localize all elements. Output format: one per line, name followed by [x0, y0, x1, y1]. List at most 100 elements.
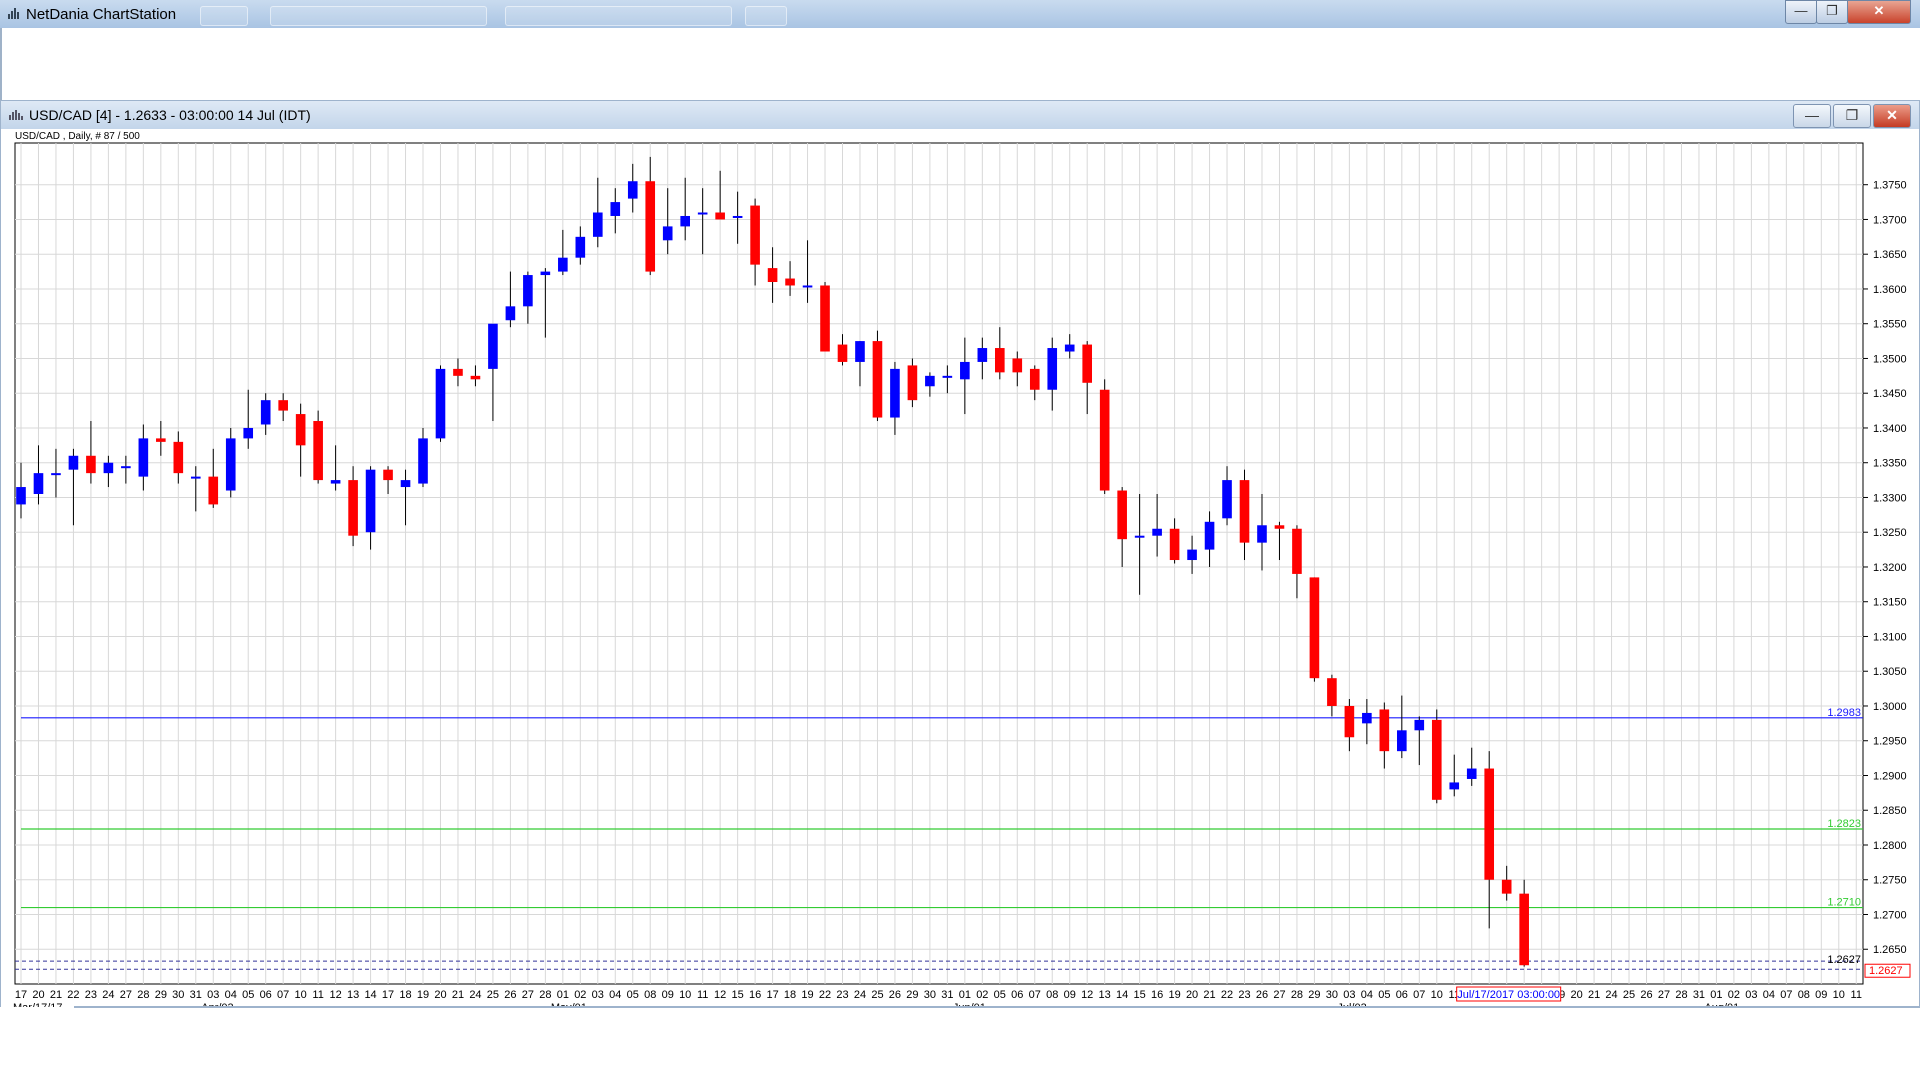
candle-up [68, 455, 79, 470]
candle-down [348, 480, 358, 536]
candle-up [1047, 348, 1058, 390]
candle-down [1292, 528, 1302, 574]
x-tick-label: 25 [1623, 989, 1635, 1001]
x-tick-label: 27 [120, 989, 132, 1001]
candle-down [872, 341, 883, 418]
candle-down [173, 441, 184, 474]
candle-up [592, 212, 603, 237]
browser-tab-ghost[interactable] [270, 6, 487, 26]
bottom-divider [74, 1006, 1920, 1008]
x-tick-label: 10 [295, 989, 307, 1001]
x-tick-label: 16 [1151, 989, 1163, 1001]
x-tick-label: 10 [1833, 989, 1845, 1001]
x-tick-label: 18 [784, 989, 796, 1001]
x-tick-label: 10 [1431, 989, 1443, 1001]
chart-close-button[interactable]: ✕ [1873, 104, 1911, 128]
x-tick-label: 23 [836, 989, 848, 1001]
x-tick-label: 04 [609, 989, 621, 1001]
chart-window-titlebar[interactable]: USD/CAD [4] - 1.2633 - 03:00:00 14 Jul (… [0, 100, 1920, 130]
y-tick-label: 1.3700 [1873, 214, 1907, 226]
candle-down [785, 278, 795, 286]
candle-up [1362, 712, 1372, 724]
x-tick-label: 29 [906, 989, 918, 1001]
x-tick-label: 05 [994, 989, 1006, 1001]
candle-up [1449, 782, 1460, 790]
x-tick-label: 07 [277, 989, 289, 1001]
chart-restore-button[interactable]: ❐ [1833, 104, 1871, 128]
candle-up [505, 306, 516, 321]
candle-down [820, 285, 830, 352]
candle-down [715, 212, 725, 220]
candle-up [243, 427, 254, 439]
x-tick-label: 05 [242, 989, 254, 1001]
x-tick-label: 28 [1675, 989, 1687, 1001]
candle-up [121, 466, 131, 469]
plot-border [14, 142, 1864, 985]
x-tick-label: 21 [452, 989, 464, 1001]
level-label: 1.2710 [1827, 897, 1861, 909]
chart-minimize-button[interactable]: — [1793, 104, 1831, 128]
candle-up [1397, 730, 1407, 752]
y-tick-label: 1.2800 [1873, 840, 1907, 852]
candlestick-chart[interactable]: 1.2650 1.2700 1.2750 1.2800 1.2850 1.2900 1.29… [1, 129, 1919, 1007]
candle-down [278, 400, 288, 411]
x-tick-label: 21 [50, 989, 62, 1001]
chart-area[interactable]: USD/CAD , Daily, # 87 / 500 1.2650 1.2700… [0, 129, 1920, 1007]
y-tick-label: 1.2850 [1873, 805, 1907, 817]
candle-up [890, 368, 900, 418]
window-close-button[interactable]: ✕ [1847, 0, 1911, 24]
candle-up [1187, 549, 1197, 561]
x-tick-label: 19 [1168, 989, 1180, 1001]
toolbar-area [0, 28, 1920, 100]
candle-up [575, 236, 586, 258]
x-tick-label: 11 [312, 989, 323, 1001]
candle-up [610, 202, 621, 216]
x-tick-label: 28 [1291, 989, 1303, 1001]
x-tick-label: 27 [1658, 989, 1670, 1001]
app-titlebar: NetDania ChartStation — ❐ ✕ [0, 0, 1920, 29]
candle-up [523, 275, 533, 307]
y-tick-label: 1.3400 [1873, 423, 1907, 435]
x-tick-label: 06 [260, 989, 272, 1001]
level-label: 1.2983 [1827, 707, 1861, 719]
y-tick-label: 1.3250 [1873, 527, 1907, 539]
y-tick-label: 1.3500 [1873, 353, 1907, 365]
x-tick-label: 30 [172, 989, 184, 1001]
x-tick-label: 24 [102, 989, 114, 1001]
x-tick-label: 13 [1099, 989, 1111, 1001]
x-tick-label: 12 [1081, 989, 1093, 1001]
browser-tab-ghost[interactable] [505, 6, 732, 26]
y-tick-label: 1.3150 [1873, 597, 1907, 609]
browser-tab-ghost[interactable] [745, 6, 787, 26]
x-tick-label: 20 [434, 989, 446, 1001]
candle-down [1239, 480, 1250, 543]
candle-up [33, 473, 44, 494]
candle-up [855, 341, 865, 362]
x-tick-label: 19 [417, 989, 429, 1001]
x-tick-label: 24 [854, 989, 866, 1001]
candle-down [1344, 705, 1355, 738]
candle-down [156, 438, 166, 442]
candle-up [330, 480, 341, 484]
window-minimize-button[interactable]: — [1785, 0, 1817, 24]
x-tick-label: 04 [1763, 989, 1775, 1001]
y-tick-label: 1.3300 [1873, 492, 1907, 504]
x-tick-label: 12 [329, 989, 341, 1001]
window-restore-button[interactable]: ❐ [1816, 0, 1848, 24]
x-tick-label: 28 [137, 989, 149, 1001]
candle-up [1414, 719, 1425, 731]
y-tick-label: 1.2700 [1873, 909, 1907, 921]
y-tick-label: 1.3650 [1873, 249, 1907, 261]
browser-tab-ghost[interactable] [200, 6, 248, 26]
x-tick-label: 10 [679, 989, 691, 1001]
x-tick-label: 31 [190, 989, 202, 1001]
x-tick-label: 11 [1851, 989, 1862, 1001]
x-tick-label: 29 [155, 989, 167, 1001]
y-tick-label: 1.3000 [1873, 701, 1907, 713]
x-tick-label: 11 [697, 989, 708, 1001]
cursor-date-label: Jul/17/2017 03:00:00 [1457, 989, 1560, 1001]
x-tick-label: 05 [627, 989, 639, 1001]
candle-up [1257, 525, 1267, 543]
candle-down [1029, 368, 1040, 390]
x-tick-label: 26 [1640, 989, 1652, 1001]
